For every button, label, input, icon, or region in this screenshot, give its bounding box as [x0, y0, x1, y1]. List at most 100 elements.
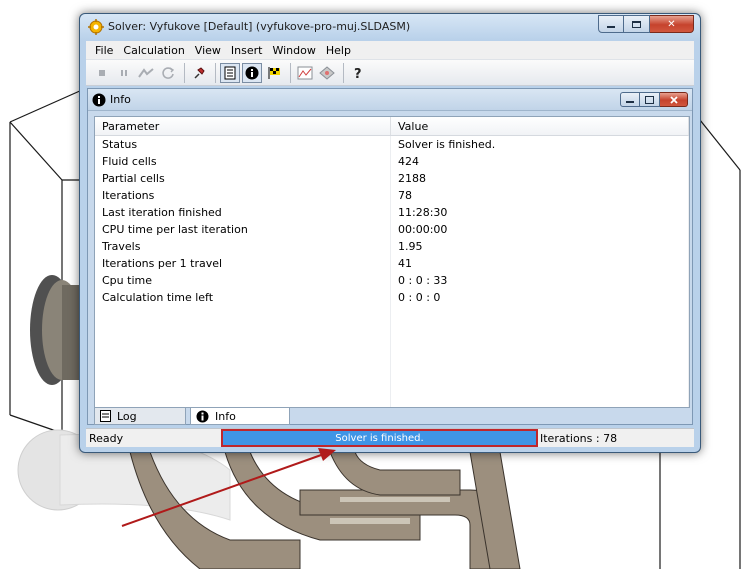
log-icon — [224, 66, 236, 79]
value-cell: 41 — [391, 255, 689, 272]
info-caption-buttons — [620, 92, 688, 107]
table-row[interactable]: Cpu time 0 : 0 : 33 — [95, 272, 689, 289]
svg-text:?: ? — [354, 67, 362, 80]
refresh-icon — [162, 66, 175, 79]
pause-button[interactable] — [114, 63, 134, 83]
table-row[interactable]: CPU time per last iteration 00:00:00 — [95, 221, 689, 238]
empty-cell — [95, 357, 391, 374]
empty-row — [95, 306, 689, 323]
toolbar: ? — [86, 59, 694, 86]
pin-button[interactable] — [189, 63, 209, 83]
parameter-cell: CPU time per last iteration — [95, 221, 391, 238]
parameter-cell: Cpu time — [95, 272, 391, 289]
value-cell: 0 : 0 : 0 — [391, 289, 689, 306]
goals-button[interactable] — [264, 63, 284, 83]
refresh-button[interactable] — [158, 63, 178, 83]
info-restore-button[interactable] — [640, 92, 660, 107]
help-button[interactable]: ? — [348, 63, 368, 83]
parameter-cell: Calculation time left — [95, 289, 391, 306]
empty-cell — [391, 357, 689, 374]
preview-button[interactable] — [317, 63, 337, 83]
solver-window: Solver: Vyfukove [Default] (vyfukove-pro… — [79, 13, 701, 453]
tab-log-label: Log — [117, 409, 137, 423]
tab-info[interactable]: Info — [190, 408, 290, 425]
log-icon — [100, 410, 111, 422]
stop-button[interactable] — [92, 63, 112, 83]
info-button[interactable] — [242, 62, 262, 83]
empty-cell — [95, 306, 391, 323]
stop-icon — [99, 69, 105, 76]
parameter-cell: Iterations — [95, 187, 391, 204]
menu-calculation[interactable]: Calculation — [118, 44, 189, 57]
empty-cell — [95, 340, 391, 357]
parameter-cell: Travels — [95, 238, 391, 255]
progress-bar: Solver is finished. — [221, 429, 538, 447]
menu-insert[interactable]: Insert — [226, 44, 268, 57]
pin-icon — [194, 66, 205, 79]
table-row[interactable]: Status Solver is finished. — [95, 136, 689, 153]
table-row[interactable]: Partial cells 2188 — [95, 170, 689, 187]
log-button[interactable] — [220, 62, 240, 83]
info-title: Info — [110, 93, 131, 106]
minimize-icon — [607, 26, 615, 28]
status-text: Ready — [89, 432, 124, 445]
info-icon — [196, 410, 209, 422]
value-cell: 2188 — [391, 170, 689, 187]
panel-tabs: Log Info — [94, 408, 690, 425]
table-row[interactable]: Fluid cells 424 — [95, 153, 689, 170]
empty-cell — [391, 306, 689, 323]
run-button[interactable] — [136, 63, 156, 83]
menu-file[interactable]: File — [90, 44, 118, 57]
column-header-value[interactable]: Value — [391, 117, 689, 135]
info-icon — [245, 66, 259, 79]
goals-flag-icon — [268, 66, 280, 79]
parameter-cell: Last iteration finished — [95, 204, 391, 221]
value-cell: 11:28:30 — [391, 204, 689, 221]
info-title-bar[interactable]: Info — [88, 89, 692, 111]
help-icon: ? — [354, 67, 362, 80]
close-button[interactable]: ✕ — [650, 15, 694, 33]
toolbar-separator — [184, 62, 185, 83]
empty-cell — [95, 374, 391, 391]
empty-cell — [391, 391, 689, 407]
table-row[interactable]: Travels 1.95 — [95, 238, 689, 255]
empty-row — [95, 391, 689, 407]
parameter-cell: Status — [95, 136, 391, 153]
table-row[interactable]: Iterations 78 — [95, 187, 689, 204]
menu-view[interactable]: View — [190, 44, 226, 57]
pause-icon — [121, 69, 127, 76]
table-row[interactable]: Iterations per 1 travel 41 — [95, 255, 689, 272]
solver-gear-icon — [88, 19, 104, 35]
plot-icon — [297, 66, 313, 79]
info-close-button[interactable] — [660, 92, 688, 107]
caption-buttons: ✕ — [598, 15, 694, 33]
value-cell: Solver is finished. — [391, 136, 689, 153]
preview-icon — [319, 65, 335, 80]
value-cell: 0 : 0 : 33 — [391, 272, 689, 289]
table-row[interactable]: Last iteration finished 11:28:30 — [95, 204, 689, 221]
empty-cell — [95, 391, 391, 407]
iterations-count: Iterations : 78 — [540, 432, 618, 445]
progress-label: Solver is finished. — [335, 433, 424, 444]
toolbar-separator — [290, 62, 291, 83]
close-icon: ✕ — [667, 18, 676, 30]
menu-help[interactable]: Help — [321, 44, 356, 57]
info-window: Info Parameter Value Status Solver is fin… — [87, 88, 693, 425]
parameter-cell: Fluid cells — [95, 153, 391, 170]
table-header: Parameter Value — [95, 117, 689, 136]
plot-button[interactable] — [295, 63, 315, 83]
maximize-button[interactable] — [624, 15, 650, 33]
menu-window[interactable]: Window — [267, 44, 320, 57]
tab-log[interactable]: Log — [94, 408, 186, 425]
empty-row — [95, 323, 689, 340]
run-icon — [138, 67, 154, 78]
title-bar[interactable]: Solver: Vyfukove [Default] (vyfukove-pro… — [80, 14, 700, 40]
toolbar-separator — [343, 62, 344, 83]
empty-cell — [391, 374, 689, 391]
status-bar: Ready Solver is finished. Iterations : 7… — [86, 428, 694, 447]
minimize-button[interactable] — [598, 15, 624, 33]
table-row[interactable]: Calculation time left 0 : 0 : 0 — [95, 289, 689, 306]
info-minimize-button[interactable] — [620, 92, 640, 107]
column-header-parameter[interactable]: Parameter — [95, 117, 391, 135]
window-title: Solver: Vyfukove [Default] (vyfukove-pro… — [108, 20, 411, 33]
